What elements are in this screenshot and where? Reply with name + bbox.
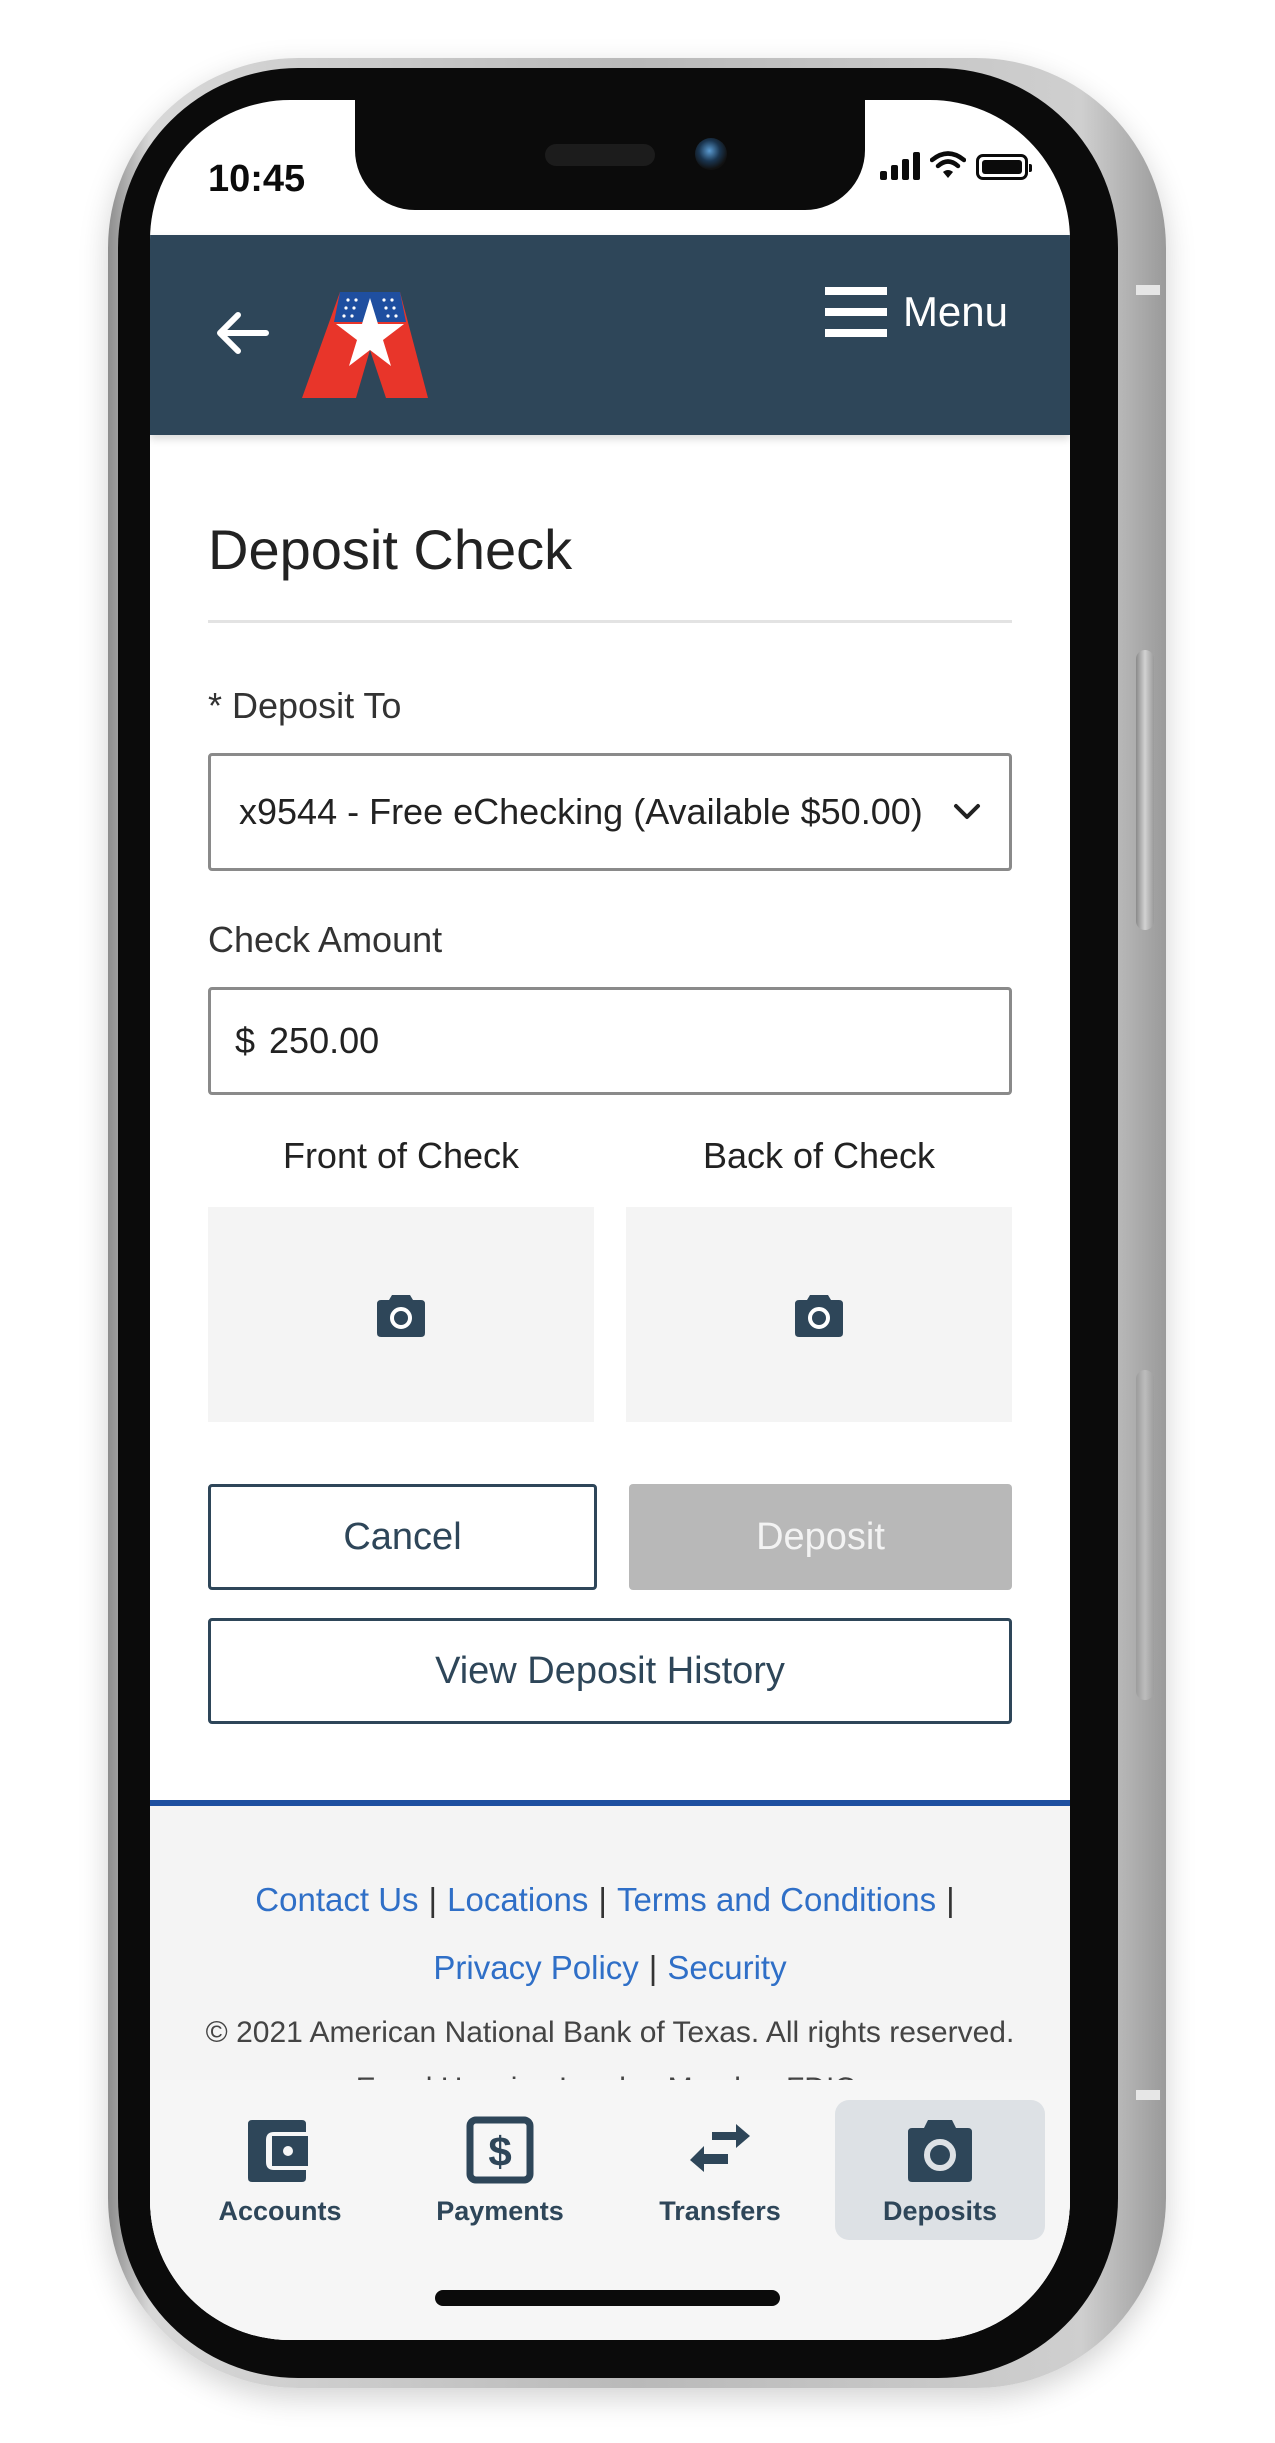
deposit-to-label: * Deposit To — [208, 685, 402, 726]
front-of-check: Front of Check — [208, 1135, 594, 1422]
cellular-signal-icon — [880, 150, 920, 180]
back-arrow-icon[interactable] — [212, 303, 272, 363]
status-icons — [880, 150, 1032, 180]
wifi-icon — [930, 151, 966, 178]
separator: | — [428, 1881, 438, 1918]
app-header: Menu — [150, 235, 1070, 435]
terms-and-conditions-link[interactable]: Terms and Conditions — [617, 1881, 936, 1918]
view-deposit-history-button[interactable]: View Deposit History — [208, 1618, 1012, 1724]
nav-label: Accounts — [218, 2195, 342, 2226]
action-buttons: Cancel Deposit — [208, 1484, 1012, 1590]
wallet-icon — [248, 2119, 308, 2182]
check-amount-label: Check Amount — [208, 919, 443, 960]
copyright-text: © 2021 American National Bank of Texas. … — [205, 2016, 1015, 2049]
separator: | — [648, 1949, 658, 1986]
front-of-check-capture[interactable] — [208, 1207, 594, 1422]
back-of-check-label: Back of Check — [702, 1135, 936, 1176]
check-amount-field[interactable]: $ — [208, 987, 1012, 1095]
antenna-band — [1136, 2090, 1160, 2100]
home-indicator[interactable] — [435, 2290, 780, 2306]
cancel-button[interactable]: Cancel — [208, 1484, 597, 1590]
menu-button[interactable]: Menu — [824, 287, 1008, 337]
title-divider — [208, 620, 1012, 623]
check-images: Front of Check Back of Check — [208, 1135, 1012, 1422]
currency-symbol: $ — [235, 1020, 256, 1061]
bank-logo[interactable] — [300, 290, 430, 400]
front-camera — [695, 138, 727, 170]
security-link[interactable]: Security — [667, 1949, 786, 1986]
nav-accounts[interactable]: Accounts — [175, 2100, 385, 2240]
status-time: 10:45 — [208, 158, 306, 200]
side-button — [1136, 1370, 1154, 1700]
deposit-button[interactable]: Deposit — [629, 1484, 1012, 1590]
transfer-arrows-icon — [690, 2123, 750, 2172]
nav-label: Deposits — [882, 2195, 998, 2226]
back-of-check: Back of Check — [626, 1135, 1012, 1422]
separator: | — [598, 1881, 607, 1918]
notch — [355, 100, 865, 210]
nav-transfers[interactable]: Transfers — [615, 2100, 825, 2240]
nav-deposits[interactable]: Deposits — [835, 2100, 1045, 2240]
back-of-check-capture[interactable] — [626, 1207, 1012, 1422]
svg-text:$: $ — [488, 2128, 511, 2175]
deposit-to-value: x9544 - Free eChecking (Available $50.00… — [239, 791, 923, 832]
locations-link[interactable]: Locations — [447, 1881, 588, 1918]
camera-icon — [908, 2119, 972, 2182]
camera-icon — [377, 1294, 425, 1337]
battery-icon — [976, 154, 1032, 180]
footer-links: Contact Us | Locations | Terms and Condition… — [150, 1866, 1070, 2002]
separator: | — [946, 1881, 955, 1918]
nav-payments[interactable]: $ Payments — [395, 2100, 605, 2240]
nav-label: Transfers — [659, 2195, 781, 2226]
front-of-check-label: Front of Check — [282, 1135, 520, 1176]
dollar-bill-icon: $ — [466, 2116, 534, 2183]
deposit-form: Deposit Check * Deposit To x9544 - Free … — [150, 435, 1070, 1724]
power-button — [1136, 650, 1154, 930]
camera-icon — [795, 1294, 843, 1337]
privacy-policy-link[interactable]: Privacy Policy — [433, 1949, 638, 1986]
chevron-down-icon — [954, 804, 980, 819]
contact-us-link[interactable]: Contact Us — [255, 1881, 418, 1918]
nav-label: Payments — [436, 2195, 564, 2226]
hamburger-icon — [824, 287, 887, 337]
phone-screen: 10:45 Menu Deposit Check * Deposit To x9… — [150, 100, 1070, 2340]
speaker-grille — [545, 144, 655, 166]
antenna-band — [1136, 285, 1160, 295]
check-amount-input[interactable] — [269, 1020, 870, 1062]
menu-label: Menu — [902, 288, 1008, 335]
deposit-to-select[interactable]: x9544 - Free eChecking (Available $50.00… — [208, 753, 1012, 871]
page-title: Deposit Check — [208, 518, 573, 581]
